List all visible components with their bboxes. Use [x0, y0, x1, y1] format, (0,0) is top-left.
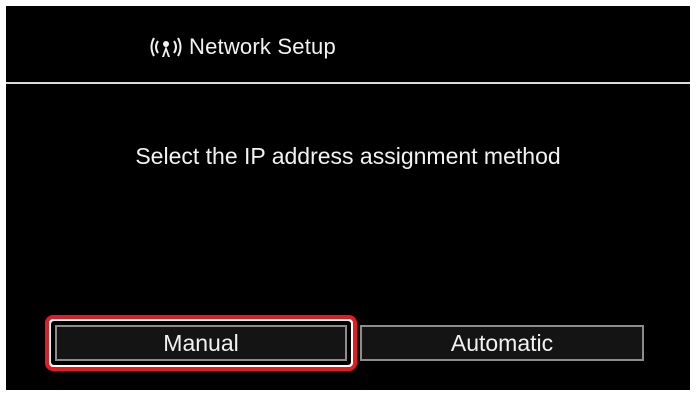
title-group: Network Setup	[149, 34, 336, 60]
manual-button[interactable]: Manual	[55, 325, 347, 361]
instruction-text: Select the IP address assignment method	[135, 143, 561, 169]
automatic-button[interactable]: Automatic	[360, 325, 644, 361]
page-title: Network Setup	[189, 34, 336, 59]
wireless-signal-icon	[149, 36, 183, 58]
title-bar: Network Setup	[6, 6, 690, 84]
